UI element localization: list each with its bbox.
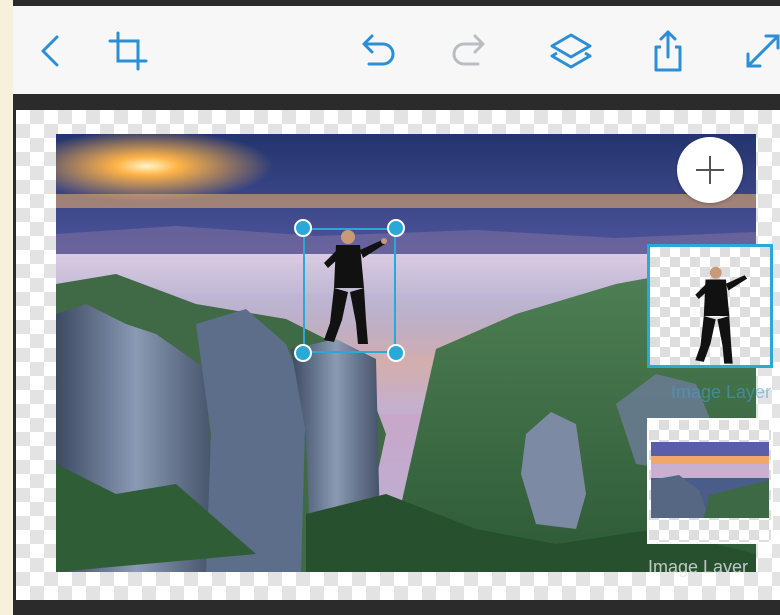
crop-icon[interactable] — [105, 28, 151, 74]
layers-icon[interactable] — [548, 28, 594, 74]
layer-thumbnail-landscape[interactable] — [647, 418, 773, 544]
resize-handle-top-left[interactable] — [294, 219, 312, 237]
selection-box[interactable] — [303, 228, 396, 353]
toolbar-divider — [13, 94, 780, 110]
layer-label: Image Layer — [648, 557, 749, 577]
bottom-bar — [13, 600, 780, 615]
resize-handle-bottom-left[interactable] — [294, 344, 312, 362]
device-frame: Image Layer Image Layer — [13, 0, 780, 615]
undo-icon[interactable] — [353, 28, 399, 74]
redo-icon[interactable] — [448, 28, 494, 74]
top-toolbar — [13, 6, 780, 94]
expand-icon[interactable] — [740, 28, 780, 74]
layer-label: Image Layer — [671, 382, 772, 402]
editor-canvas[interactable]: Image Layer Image Layer — [16, 110, 780, 600]
back-chevron-icon[interactable] — [27, 28, 73, 74]
add-layer-button[interactable] — [677, 137, 743, 203]
layer-thumbnail-person[interactable] — [647, 244, 773, 368]
resize-handle-bottom-right[interactable] — [387, 344, 405, 362]
plus-icon — [696, 156, 724, 184]
resize-handle-top-right[interactable] — [387, 219, 405, 237]
share-icon[interactable] — [645, 28, 691, 74]
